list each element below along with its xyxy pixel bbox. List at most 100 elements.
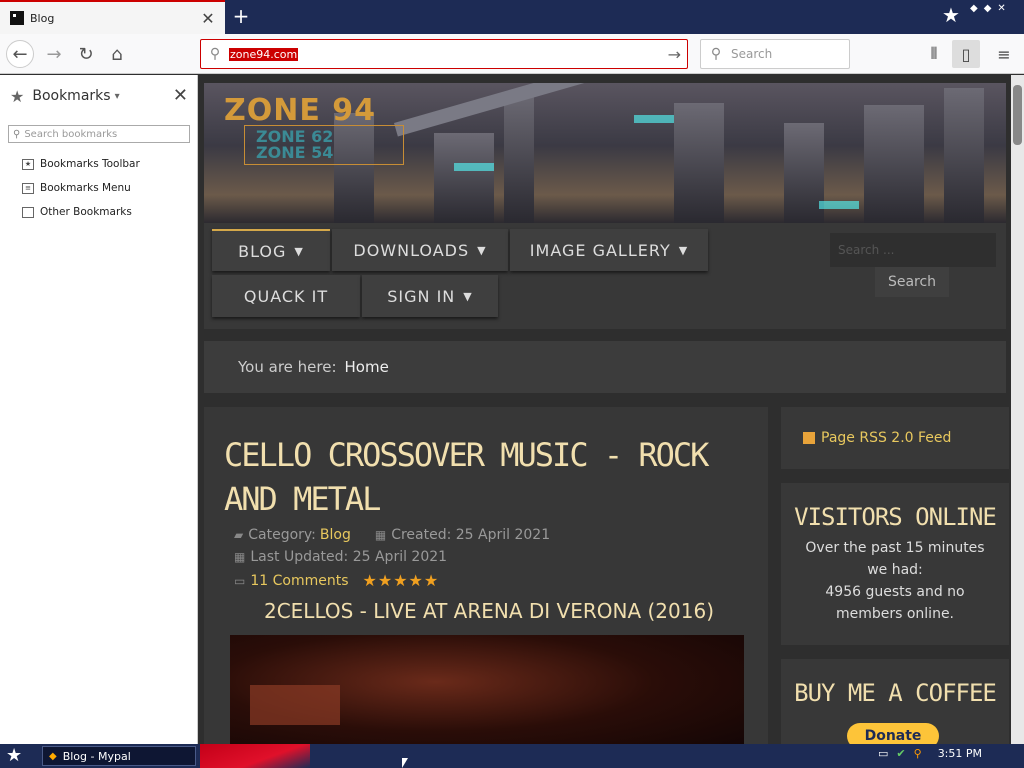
article-comments: ▭ 11 Comments ★★★★★ — [234, 571, 439, 590]
menu-item-quack-it[interactable]: QUACK IT — [212, 275, 360, 317]
search-icon: ⚲ — [710, 46, 722, 62]
article-title[interactable]: CELLO CROSSOVER MUSIC - ROCK AND METAL — [224, 433, 754, 521]
start-star-icon[interactable]: ★ — [6, 745, 22, 766]
article-category: ▰ Category: Blog ▦ Created: 25 April 202… — [234, 527, 550, 543]
donate-button[interactable]: Donate — [847, 723, 939, 744]
window-controls[interactable]: ◆◆✕ — [970, 3, 1012, 14]
created-date: Created: 25 April 2021 — [391, 527, 551, 543]
app-icon: ◆ — [49, 750, 57, 762]
banner-building — [674, 103, 724, 223]
menu-icon[interactable]: ≡ — [990, 40, 1018, 68]
breadcrumb-prefix: You are here: — [238, 358, 337, 376]
visitors-online-module: VISITORS ONLINE Over the past 15 minutes… — [781, 483, 1009, 645]
sidebar-toggle-icon[interactable]: ▯ — [952, 40, 980, 68]
tab-bar: Blog ✕ + ★ ◆◆✕ — [0, 0, 1024, 34]
menu-item-blog[interactable]: BLOG ▼ — [212, 229, 330, 271]
buy-me-a-coffee-module: BUY ME A COFFEE Donate — [781, 659, 1009, 744]
close-tab-icon[interactable]: ✕ — [201, 9, 215, 28]
menu-item-sign-in[interactable]: SIGN IN ▼ — [362, 275, 498, 317]
system-tray: ▭ ✔ ⚲ 3:51 PM — [878, 747, 982, 760]
category-label: Category: — [248, 527, 316, 543]
star-folder-icon: ★ — [22, 158, 34, 170]
navigation-toolbar: ← → ↻ ⌂ ⚲ zone94.com → ⚲ Search ⫴ ▯ ≡ — [0, 34, 1024, 74]
banner-light — [634, 115, 674, 123]
banner-monorail — [394, 83, 783, 137]
site-logo-sub: ZONE 62 ZONE 54 — [256, 129, 333, 161]
search-icon: ⚲ — [209, 46, 221, 62]
search-icon[interactable]: ⚲ — [914, 747, 922, 760]
library-icon[interactable]: ⫴ — [920, 40, 948, 68]
video-player[interactable] — [230, 635, 744, 744]
close-sidebar-icon[interactable]: ✕ — [173, 85, 188, 106]
banner-building — [784, 123, 824, 223]
bookmarks-search-placeholder: Search bookmarks — [24, 128, 118, 140]
favicon-icon — [10, 11, 24, 25]
banner-building — [864, 105, 924, 223]
url-text[interactable]: zone94.com — [229, 47, 299, 61]
article: CELLO CROSSOVER MUSIC - ROCK AND METAL ▰… — [204, 407, 768, 744]
taskbar-item-label: Blog - Mypal — [62, 749, 131, 763]
visitors-count: 4956 guests and no members online. — [825, 584, 965, 622]
chevron-down-icon[interactable]: ▾ — [115, 91, 120, 102]
comments-link[interactable]: 11 Comments — [250, 573, 348, 589]
banner-building — [434, 133, 494, 223]
search-placeholder: Search — [731, 47, 773, 61]
new-tab-button[interactable]: + — [231, 4, 251, 28]
menu-item-image-gallery[interactable]: IMAGE GALLERY ▼ — [510, 229, 708, 271]
menu-label: SIGN IN — [387, 286, 456, 306]
mouse-cursor — [402, 758, 408, 768]
folder-icon: ▰ — [234, 528, 244, 542]
taskbar-item-browser[interactable]: ◆ Blog - Mypal — [42, 746, 196, 766]
sidebar-header[interactable]: ★ Bookmarks ▾ ✕ — [10, 85, 188, 107]
rss-icon — [803, 432, 815, 444]
tab-blog[interactable]: Blog ✕ — [0, 0, 225, 34]
bookmark-item-menu[interactable]: ≡ Bookmarks Menu — [22, 180, 131, 196]
scrollbar-thumb[interactable] — [1013, 85, 1022, 145]
menu-label: QUACK IT — [243, 286, 329, 306]
bookmarks-search-input[interactable]: ⚲ Search bookmarks — [8, 125, 190, 143]
caret-down-icon: ▼ — [294, 244, 304, 258]
clock[interactable]: 3:51 PM — [938, 747, 982, 760]
bookmark-item-toolbar[interactable]: ★ Bookmarks Toolbar — [22, 156, 140, 172]
bookmarks-sidebar: ★ Bookmarks ▾ ✕ ⚲ Search bookmarks ★ Boo… — [0, 75, 198, 744]
forward-button[interactable]: → — [40, 40, 68, 68]
visitors-line: Over the past 15 minutes we had: — [805, 540, 985, 578]
rss-feed-link[interactable]: Page RSS 2.0 Feed — [781, 407, 1009, 469]
go-arrow-icon[interactable]: → — [668, 45, 681, 64]
updated-date: Last Updated: 25 April 2021 — [250, 549, 448, 565]
breadcrumb-home[interactable]: Home — [345, 358, 389, 376]
network-icon[interactable]: ✔ — [896, 747, 905, 760]
bookmark-label: Bookmarks Toolbar — [40, 158, 140, 170]
article-subtitle: 2CELLOS - LIVE AT ARENA DI VERONA (2016) — [263, 599, 715, 623]
visitors-title: VISITORS ONLINE — [794, 503, 997, 531]
calendar-icon: ▦ — [374, 528, 387, 542]
reload-button[interactable]: ↻ — [72, 40, 100, 68]
home-button[interactable]: ⌂ — [103, 40, 131, 68]
page-scrollbar[interactable] — [1011, 75, 1024, 744]
keyboard-icon[interactable]: ▭ — [878, 747, 888, 760]
back-button[interactable]: ← — [6, 40, 34, 68]
site-menu: BLOG ▼ DOWNLOADS ▼ IMAGE GALLERY ▼ QUACK IT… — [204, 223, 1006, 329]
site-logo: ZONE 94 — [224, 93, 377, 128]
menu-label: DOWNLOADS — [353, 240, 470, 260]
site-banner[interactable]: ZONE 94 ZONE 62 ZONE 54 — [204, 83, 1006, 223]
breadcrumb: You are here: Home — [204, 341, 1006, 393]
taskbar-decoration — [200, 744, 310, 768]
category-link[interactable]: Blog — [320, 527, 351, 543]
browser-search-input[interactable]: ⚲ Search — [700, 39, 850, 69]
site-search-button[interactable]: Search — [875, 267, 949, 297]
comment-icon: ▭ — [234, 573, 246, 588]
menu-item-downloads[interactable]: DOWNLOADS ▼ — [332, 229, 508, 271]
rating-stars[interactable]: ★★★★★ — [363, 571, 440, 590]
site-search-input[interactable]: Search ... — [830, 233, 996, 267]
banner-light — [454, 163, 494, 171]
caret-down-icon: ▼ — [463, 289, 473, 303]
taskbar: ★ ◆ Blog - Mypal ▭ ✔ ⚲ 3:51 PM — [0, 744, 1024, 768]
sidebar-title: Bookmarks — [32, 88, 111, 104]
web-content: ZONE 94 ZONE 62 ZONE 54 BLOG ▼ DOWNLOADS ▼… — [199, 75, 1011, 744]
rss-label: Page RSS 2.0 Feed — [821, 430, 952, 446]
bookmark-item-other[interactable]: Other Bookmarks — [22, 204, 132, 220]
url-bar[interactable]: ⚲ zone94.com → — [200, 39, 688, 69]
menu-label: IMAGE GALLERY — [529, 240, 671, 260]
banner-building — [504, 93, 534, 223]
